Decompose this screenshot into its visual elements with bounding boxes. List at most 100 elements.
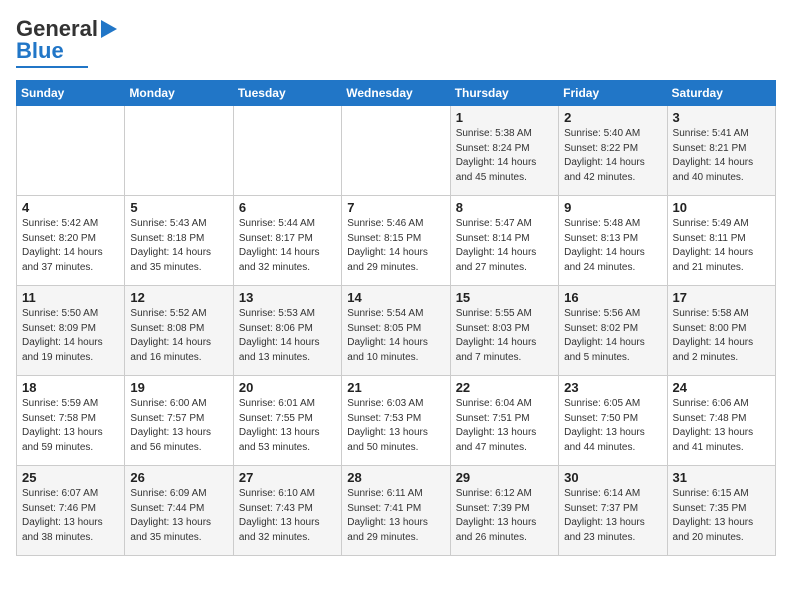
calendar-cell: 9 Sunrise: 5:48 AM Sunset: 8:13 PM Daylig… bbox=[559, 196, 667, 286]
day-of-week-header: Wednesday bbox=[342, 81, 450, 106]
day-number: 23 bbox=[564, 380, 661, 395]
calendar-cell: 8Sunrise: 5:47 AM Sunset: 8:14 PM Daylig… bbox=[450, 196, 558, 286]
day-number: 20 bbox=[239, 380, 336, 395]
calendar-cell bbox=[342, 106, 450, 196]
day-info: Sunrise: 6:11 AM Sunset: 7:41 PM Dayligh… bbox=[347, 487, 444, 545]
day-info: Sunrise: 5:56 AM Sunset: 8:02 PM Dayligh… bbox=[564, 307, 661, 365]
day-of-week-header: Thursday bbox=[450, 81, 558, 106]
day-info: Sunrise: 6:00 AM Sunset: 7:57 PM Dayligh… bbox=[130, 397, 227, 455]
day-info: Sunrise: 5:38 AM Sunset: 8:24 PM Dayligh… bbox=[456, 127, 553, 185]
day-number: 10 bbox=[673, 200, 770, 215]
calendar-cell: 18Sunrise: 5:59 AM Sunset: 7:58 PM Dayli… bbox=[17, 376, 125, 466]
day-info: Sunrise: 5:43 AM Sunset: 8:18 PM Dayligh… bbox=[130, 217, 227, 275]
day-info: Sunrise: 6:01 AM Sunset: 7:55 PM Dayligh… bbox=[239, 397, 336, 455]
calendar-cell: 14Sunrise: 5:54 AM Sunset: 8:05 PM Dayli… bbox=[342, 286, 450, 376]
day-info: Sunrise: 5:50 AM Sunset: 8:09 PM Dayligh… bbox=[22, 307, 119, 365]
calendar-cell: 2Sunrise: 5:40 AM Sunset: 8:22 PM Daylig… bbox=[559, 106, 667, 196]
logo-blue: Blue bbox=[16, 38, 64, 64]
calendar-cell: 11 Sunrise: 5:50 AM Sunset: 8:09 PM Dayli… bbox=[17, 286, 125, 376]
logo-triangle-icon bbox=[99, 18, 119, 40]
day-number: 17 bbox=[673, 290, 770, 305]
day-number: 2 bbox=[564, 110, 661, 125]
day-number: 19 bbox=[130, 380, 227, 395]
day-number: 21 bbox=[347, 380, 444, 395]
day-info: Sunrise: 6:05 AM Sunset: 7:50 PM Dayligh… bbox=[564, 397, 661, 455]
calendar-cell: 20 Sunrise: 6:01 AM Sunset: 7:55 PM Dayli… bbox=[233, 376, 341, 466]
day-info: Sunrise: 6:07 AM Sunset: 7:46 PM Dayligh… bbox=[22, 487, 119, 545]
day-info: Sunrise: 6:04 AM Sunset: 7:51 PM Dayligh… bbox=[456, 397, 553, 455]
day-info: Sunrise: 6:12 AM Sunset: 7:39 PM Dayligh… bbox=[456, 487, 553, 545]
calendar-cell: 3 Sunrise: 5:41 AM Sunset: 8:21 PM Daylig… bbox=[667, 106, 775, 196]
day-number: 31 bbox=[673, 470, 770, 485]
calendar-header: SundayMondayTuesdayWednesdayThursdayFrid… bbox=[17, 81, 776, 106]
day-number: 3 bbox=[673, 110, 770, 125]
day-number: 14 bbox=[347, 290, 444, 305]
day-info: Sunrise: 5:48 AM Sunset: 8:13 PM Dayligh… bbox=[564, 217, 661, 275]
day-info: Sunrise: 6:09 AM Sunset: 7:44 PM Dayligh… bbox=[130, 487, 227, 545]
day-number: 12 bbox=[130, 290, 227, 305]
day-info: Sunrise: 6:10 AM Sunset: 7:43 PM Dayligh… bbox=[239, 487, 336, 545]
calendar-cell: 22Sunrise: 6:04 AM Sunset: 7:51 PM Dayli… bbox=[450, 376, 558, 466]
calendar-cell: 19 Sunrise: 6:00 AM Sunset: 7:57 PM Dayli… bbox=[125, 376, 233, 466]
calendar-cell: 27 Sunrise: 6:10 AM Sunset: 7:43 PM Dayli… bbox=[233, 466, 341, 556]
day-of-week-header: Saturday bbox=[667, 81, 775, 106]
logo: General Blue bbox=[16, 16, 119, 68]
day-number: 4 bbox=[22, 200, 119, 215]
calendar-cell: 7 Sunrise: 5:46 AM Sunset: 8:15 PM Daylig… bbox=[342, 196, 450, 286]
calendar-cell: 5 Sunrise: 5:43 AM Sunset: 8:18 PM Daylig… bbox=[125, 196, 233, 286]
calendar-cell bbox=[17, 106, 125, 196]
day-info: Sunrise: 5:55 AM Sunset: 8:03 PM Dayligh… bbox=[456, 307, 553, 365]
day-number: 13 bbox=[239, 290, 336, 305]
day-number: 30 bbox=[564, 470, 661, 485]
calendar-cell: 16 Sunrise: 5:56 AM Sunset: 8:02 PM Dayli… bbox=[559, 286, 667, 376]
calendar-cell: 6 Sunrise: 5:44 AM Sunset: 8:17 PM Daylig… bbox=[233, 196, 341, 286]
calendar-cell: 17 Sunrise: 5:58 AM Sunset: 8:00 PM Dayli… bbox=[667, 286, 775, 376]
day-number: 16 bbox=[564, 290, 661, 305]
day-number: 27 bbox=[239, 470, 336, 485]
logo-underline bbox=[16, 66, 88, 68]
calendar-cell: 28 Sunrise: 6:11 AM Sunset: 7:41 PM Dayli… bbox=[342, 466, 450, 556]
day-info: Sunrise: 5:49 AM Sunset: 8:11 PM Dayligh… bbox=[673, 217, 770, 275]
calendar-cell: 13 Sunrise: 5:53 AM Sunset: 8:06 PM Dayli… bbox=[233, 286, 341, 376]
day-number: 9 bbox=[564, 200, 661, 215]
calendar-cell: 1 Sunrise: 5:38 AM Sunset: 8:24 PM Daylig… bbox=[450, 106, 558, 196]
day-info: Sunrise: 5:46 AM Sunset: 8:15 PM Dayligh… bbox=[347, 217, 444, 275]
day-info: Sunrise: 6:06 AM Sunset: 7:48 PM Dayligh… bbox=[673, 397, 770, 455]
day-info: Sunrise: 6:03 AM Sunset: 7:53 PM Dayligh… bbox=[347, 397, 444, 455]
day-number: 5 bbox=[130, 200, 227, 215]
day-number: 6 bbox=[239, 200, 336, 215]
day-number: 1 bbox=[456, 110, 553, 125]
day-number: 8 bbox=[456, 200, 553, 215]
day-number: 26 bbox=[130, 470, 227, 485]
day-info: Sunrise: 6:14 AM Sunset: 7:37 PM Dayligh… bbox=[564, 487, 661, 545]
calendar-cell: 26 Sunrise: 6:09 AM Sunset: 7:44 PM Dayli… bbox=[125, 466, 233, 556]
calendar-cell: 24 Sunrise: 6:06 AM Sunset: 7:48 PM Dayli… bbox=[667, 376, 775, 466]
calendar-cell: 25 Sunrise: 6:07 AM Sunset: 7:46 PM Dayli… bbox=[17, 466, 125, 556]
day-info: Sunrise: 5:58 AM Sunset: 8:00 PM Dayligh… bbox=[673, 307, 770, 365]
day-info: Sunrise: 5:52 AM Sunset: 8:08 PM Dayligh… bbox=[130, 307, 227, 365]
day-info: Sunrise: 5:44 AM Sunset: 8:17 PM Dayligh… bbox=[239, 217, 336, 275]
calendar-cell bbox=[233, 106, 341, 196]
day-info: Sunrise: 5:53 AM Sunset: 8:06 PM Dayligh… bbox=[239, 307, 336, 365]
day-number: 24 bbox=[673, 380, 770, 395]
day-number: 11 bbox=[22, 290, 119, 305]
day-number: 18 bbox=[22, 380, 119, 395]
day-number: 7 bbox=[347, 200, 444, 215]
calendar-table: SundayMondayTuesdayWednesdayThursdayFrid… bbox=[16, 80, 776, 556]
calendar-cell: 10 Sunrise: 5:49 AM Sunset: 8:11 PM Dayli… bbox=[667, 196, 775, 286]
calendar-cell: 12 Sunrise: 5:52 AM Sunset: 8:08 PM Dayli… bbox=[125, 286, 233, 376]
calendar-cell: 21 Sunrise: 6:03 AM Sunset: 7:53 PM Dayli… bbox=[342, 376, 450, 466]
calendar-cell bbox=[125, 106, 233, 196]
calendar-cell: 31 Sunrise: 6:15 AM Sunset: 7:35 PM Dayli… bbox=[667, 466, 775, 556]
calendar-cell: 4Sunrise: 5:42 AM Sunset: 8:20 PM Daylig… bbox=[17, 196, 125, 286]
calendar-cell: 15Sunrise: 5:55 AM Sunset: 8:03 PM Dayli… bbox=[450, 286, 558, 376]
day-info: Sunrise: 5:41 AM Sunset: 8:21 PM Dayligh… bbox=[673, 127, 770, 185]
day-of-week-header: Friday bbox=[559, 81, 667, 106]
calendar-cell: 30 Sunrise: 6:14 AM Sunset: 7:37 PM Dayli… bbox=[559, 466, 667, 556]
calendar-cell: 23 Sunrise: 6:05 AM Sunset: 7:50 PM Dayli… bbox=[559, 376, 667, 466]
day-number: 25 bbox=[22, 470, 119, 485]
day-of-week-header: Sunday bbox=[17, 81, 125, 106]
day-number: 28 bbox=[347, 470, 444, 485]
day-of-week-header: Monday bbox=[125, 81, 233, 106]
day-info: Sunrise: 6:15 AM Sunset: 7:35 PM Dayligh… bbox=[673, 487, 770, 545]
